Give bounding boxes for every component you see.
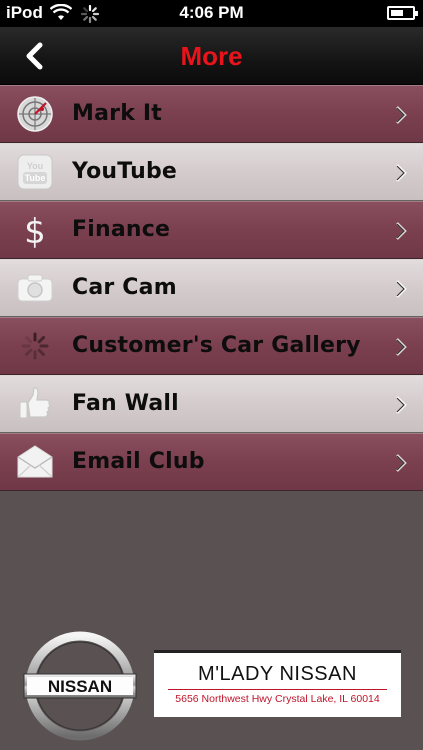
menu-item-label: Customer's Car Gallery bbox=[72, 333, 361, 358]
nissan-logo: NISSAN bbox=[23, 631, 137, 741]
menu-item-label: YouTube bbox=[72, 159, 178, 184]
menu-item-label: Mark It bbox=[72, 101, 162, 126]
dealer-name: M'LADY NISSAN bbox=[198, 663, 357, 685]
menu-item-label: Finance bbox=[72, 217, 171, 242]
menu-item-car-cam[interactable]: Car Cam bbox=[0, 259, 423, 317]
envelope-icon bbox=[17, 445, 53, 478]
camera-icon bbox=[17, 274, 53, 302]
footer: NISSAN M'LADY NISSAN 5656 Northwest Hwy … bbox=[0, 620, 423, 750]
youtube-icon: You Tube bbox=[17, 154, 53, 190]
menu-item-fan-wall[interactable]: Fan Wall bbox=[0, 375, 423, 433]
clock: 4:06 PM bbox=[179, 3, 244, 22]
dealer-address: 5656 Northwest Hwy Crystal Lake, IL 6001… bbox=[175, 693, 380, 705]
svg-text:$: $ bbox=[24, 212, 46, 249]
spinner-icon bbox=[21, 332, 49, 360]
menu-item-label: Car Cam bbox=[72, 275, 177, 300]
divider bbox=[168, 689, 387, 690]
dealer-banner: M'LADY NISSAN 5656 Northwest Hwy Crystal… bbox=[154, 650, 401, 717]
thumbs-up-icon bbox=[19, 387, 51, 419]
menu-item-label: Fan Wall bbox=[72, 391, 179, 416]
battery-icon bbox=[387, 6, 418, 20]
menu-item-email-club[interactable]: Email Club bbox=[0, 433, 423, 491]
chevron-right-icon bbox=[396, 338, 407, 356]
chevron-right-icon bbox=[396, 396, 407, 414]
menu-item-finance[interactable]: $ Finance bbox=[0, 201, 423, 259]
svg-text:NISSAN: NISSAN bbox=[48, 677, 112, 696]
svg-text:You: You bbox=[27, 161, 43, 171]
chevron-right-icon bbox=[396, 106, 407, 124]
menu-item-mark-it[interactable]: Mark It bbox=[0, 85, 423, 143]
menu-item-customers-car-gallery[interactable]: Customer's Car Gallery bbox=[0, 317, 423, 375]
radar-icon bbox=[17, 96, 53, 132]
dollar-icon: $ bbox=[24, 212, 46, 249]
menu-list: Mark It You Tube YouTube $ Finance Car C… bbox=[0, 85, 423, 491]
menu-item-label: Email Club bbox=[72, 449, 205, 474]
chevron-right-icon bbox=[396, 222, 407, 240]
status-bar: iPod 4:06 PM bbox=[0, 0, 423, 27]
chevron-right-icon bbox=[396, 454, 407, 472]
page-title: More bbox=[180, 41, 243, 71]
chevron-right-icon bbox=[396, 280, 407, 298]
menu-item-youtube[interactable]: You Tube YouTube bbox=[0, 143, 423, 201]
navigation-bar: More bbox=[0, 27, 423, 85]
chevron-right-icon bbox=[396, 164, 407, 182]
svg-text:Tube: Tube bbox=[25, 173, 46, 183]
